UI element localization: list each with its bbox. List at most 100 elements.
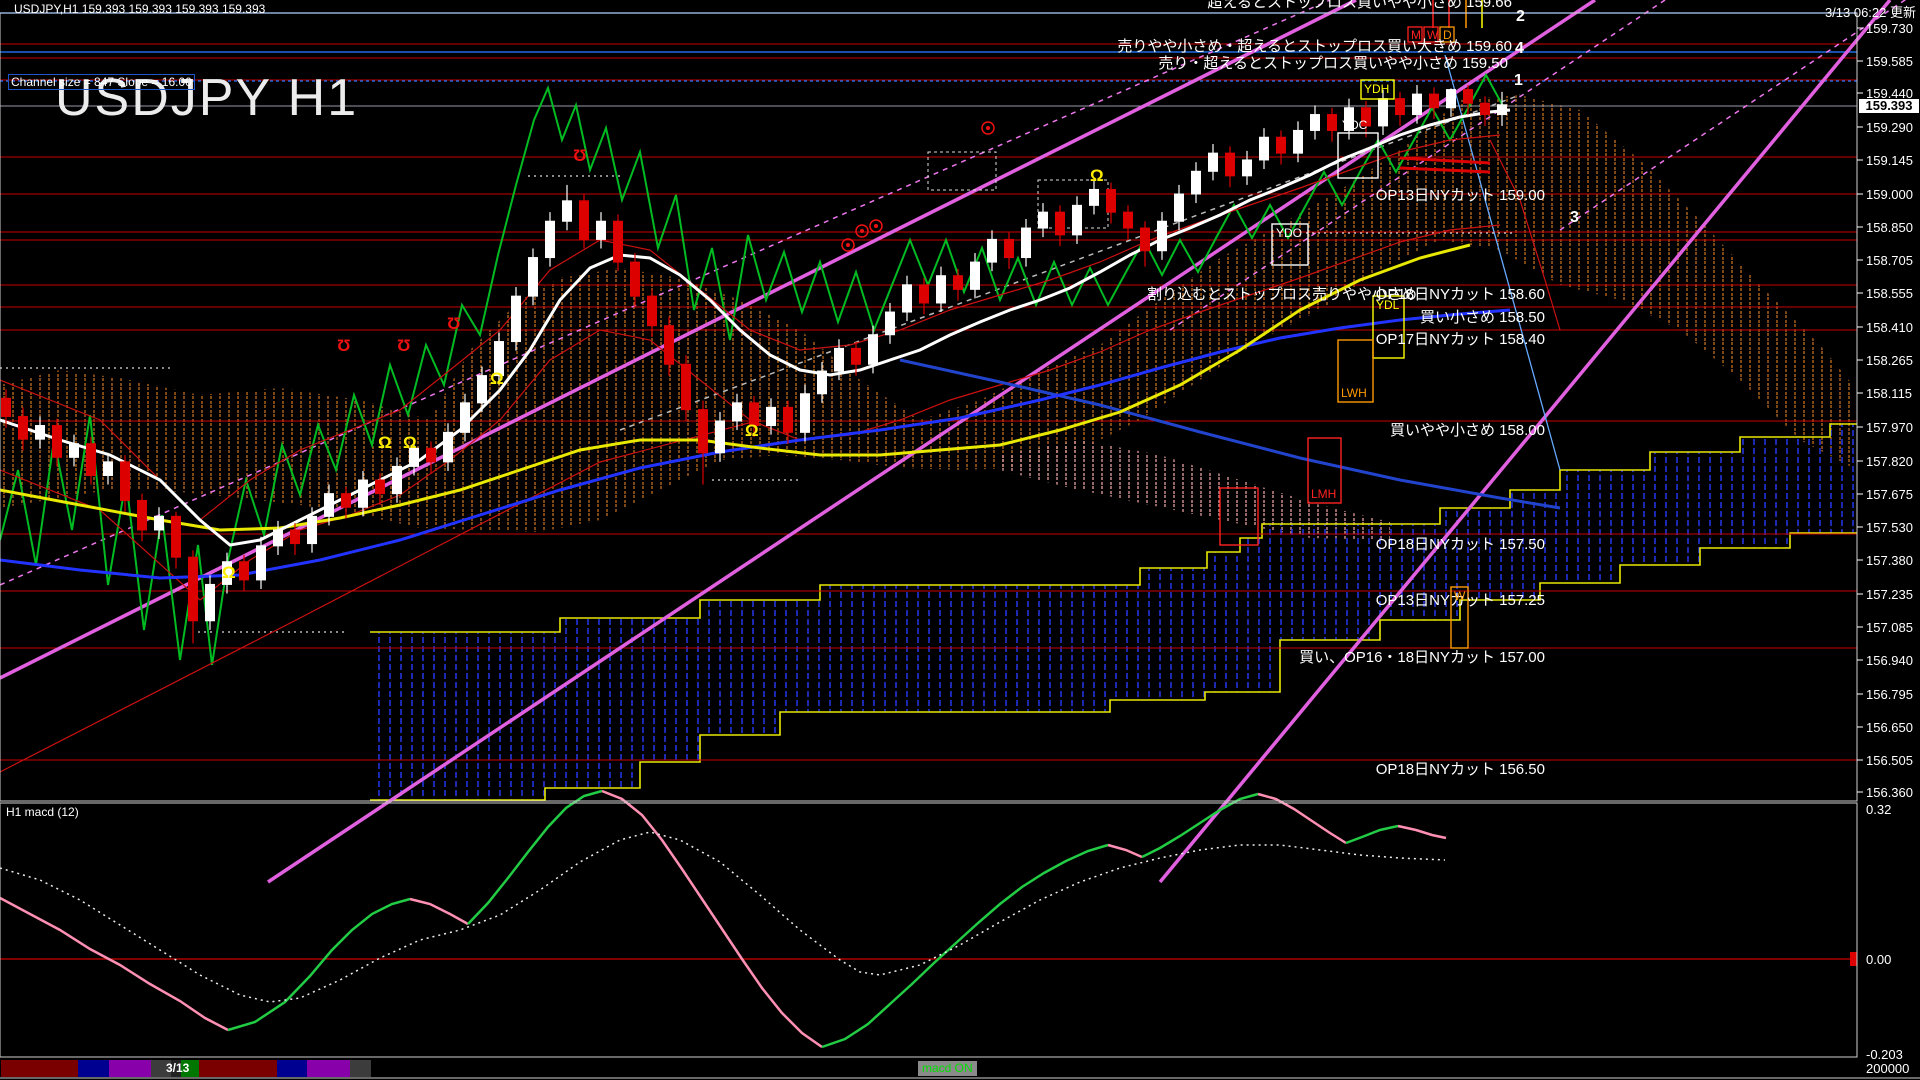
candle-bear [138,500,147,530]
macd-main-line [0,898,228,1030]
price-tick-label: 157.675 [1866,488,1913,501]
candle-bull [274,530,283,546]
wave-count-number: 2 [1516,9,1525,25]
trade-note-label: OP18日NYカット 158.60 [1376,287,1545,302]
candle-bear [631,262,640,296]
candle-bull [393,466,402,493]
candle-bear [784,407,793,432]
candle-bear [1124,212,1133,228]
macd-toggle-button[interactable]: macd ON [918,1061,977,1076]
omega-symbol: Ω [403,433,417,452]
omega-symbol: Ω [490,369,504,388]
candle-bull [444,432,453,462]
candle-bear [189,557,198,621]
trade-note-label: 売り・超えるとストップロス買いやや小さめ 159.50 [1158,56,1508,71]
candle-bull [1039,212,1048,228]
macd-signal-line [0,832,1445,1002]
candle-bear [53,426,62,458]
trade-note-label: 売りやや小さめ・超えるとストップロス買い大きめ 159.60 [1117,39,1512,54]
candle-bull [716,421,725,453]
symbol-ohlc-line: USDJPY,H1 159.393 159.393 159.393 159.39… [14,2,265,16]
ichimoku-clouds [0,95,1857,800]
candle-bear [1107,189,1116,212]
mt4-chart-window: ΩΩΩΩΩΩƱƱƱƱ USDJPY,H1 159.393 159.393 159… [0,0,1920,1080]
candle-bull [1413,94,1422,114]
candle-bull [886,312,895,335]
candle-bear [1396,99,1405,115]
level-box-label: YDL [1376,299,1399,311]
candle-bear [1226,153,1235,176]
timeline-segment[interactable] [109,1060,151,1077]
candle-bull [733,403,742,421]
candle-bull [1209,153,1218,171]
timeline-segment[interactable] [1,1060,78,1077]
wave-count-number: 1 [1514,73,1523,89]
price-tick-label: 158.705 [1866,254,1913,267]
timeline-segment[interactable] [277,1060,307,1077]
candle-bull [1243,160,1252,176]
candle-bear [121,462,130,501]
macd-main-line [1108,845,1142,857]
candle-bull [359,480,368,507]
macd-main-line [410,899,468,924]
candle-bull [155,516,164,530]
wave-count-number: 4 [1515,41,1524,57]
circle-marker-dot [874,224,878,228]
price-tick-label: 158.850 [1866,221,1913,234]
price-tick-label: 159.290 [1866,121,1913,134]
price-tick-label: 158.265 [1866,354,1913,367]
omega-symbol: Ω [222,563,236,582]
price-tick-label: 156.505 [1866,754,1913,767]
candle-bear [699,410,708,453]
candle-bull [1260,137,1269,160]
period-marker-label: W [1427,29,1438,41]
price-tick-label: 157.970 [1866,421,1913,434]
candle-bull [1175,194,1184,221]
timeline-segment[interactable] [307,1060,350,1077]
candle-bull [563,201,572,221]
omega-symbol: Ω [1090,166,1104,185]
candle-bear [1464,90,1473,104]
candle-bear [1141,228,1150,251]
candle-bear [954,276,963,290]
candle-bull [461,403,470,433]
timeline-segment[interactable] [199,1060,277,1077]
candle-bear [1430,94,1439,108]
candle-bear [665,326,674,365]
timeline-segment[interactable] [350,1060,371,1077]
candle-bull [597,221,606,239]
trade-note-label: 超えるとストップロス買いやや小さめ 159.66 [1207,0,1512,10]
macd-tick-label: 200000 [1866,1062,1909,1075]
candle-bear [580,201,589,240]
candle-bull [937,276,946,303]
price-tick-label: 157.380 [1866,554,1913,567]
candle-bear [1277,137,1286,153]
circle-marker-dot [860,229,864,233]
timeline-segment[interactable] [78,1060,109,1077]
trade-note-label: OP18日NYカット 156.50 [1376,762,1545,777]
macd-tick-label: 0.32 [1866,803,1891,816]
trade-note-label: OP17日NYカット 158.40 [1376,332,1545,347]
wave-count-number: 3 [1570,210,1579,226]
trade-note-label: 買いやや小さめ 158.00 [1390,423,1545,438]
level-box-label: YDO [1276,227,1302,239]
candle-bull [988,239,997,262]
macd-tick-label: 0.00 [1866,953,1891,966]
candle-bull [308,516,317,543]
candle-bull [206,584,215,620]
price-tick-label: 157.820 [1866,455,1913,468]
chart-canvas[interactable]: ΩΩΩΩΩΩƱƱƱƱ [0,0,1920,1080]
candle-bear [19,416,28,439]
candle-bull [1192,171,1201,194]
trade-note-label: OP13日NYカット 159.00 [1376,188,1545,203]
candle-bull [257,546,266,580]
level-box-label: YDC [1342,119,1367,131]
candle-bull [903,285,912,312]
price-tick-label: 158.115 [1866,387,1912,400]
candle-bull [478,376,487,403]
period-marker-label: M [1411,29,1421,41]
price-tick-label: 156.650 [1866,721,1913,734]
price-tick-label: 156.360 [1866,786,1913,799]
candle-bear [852,348,861,364]
candle-bear [2,398,11,416]
